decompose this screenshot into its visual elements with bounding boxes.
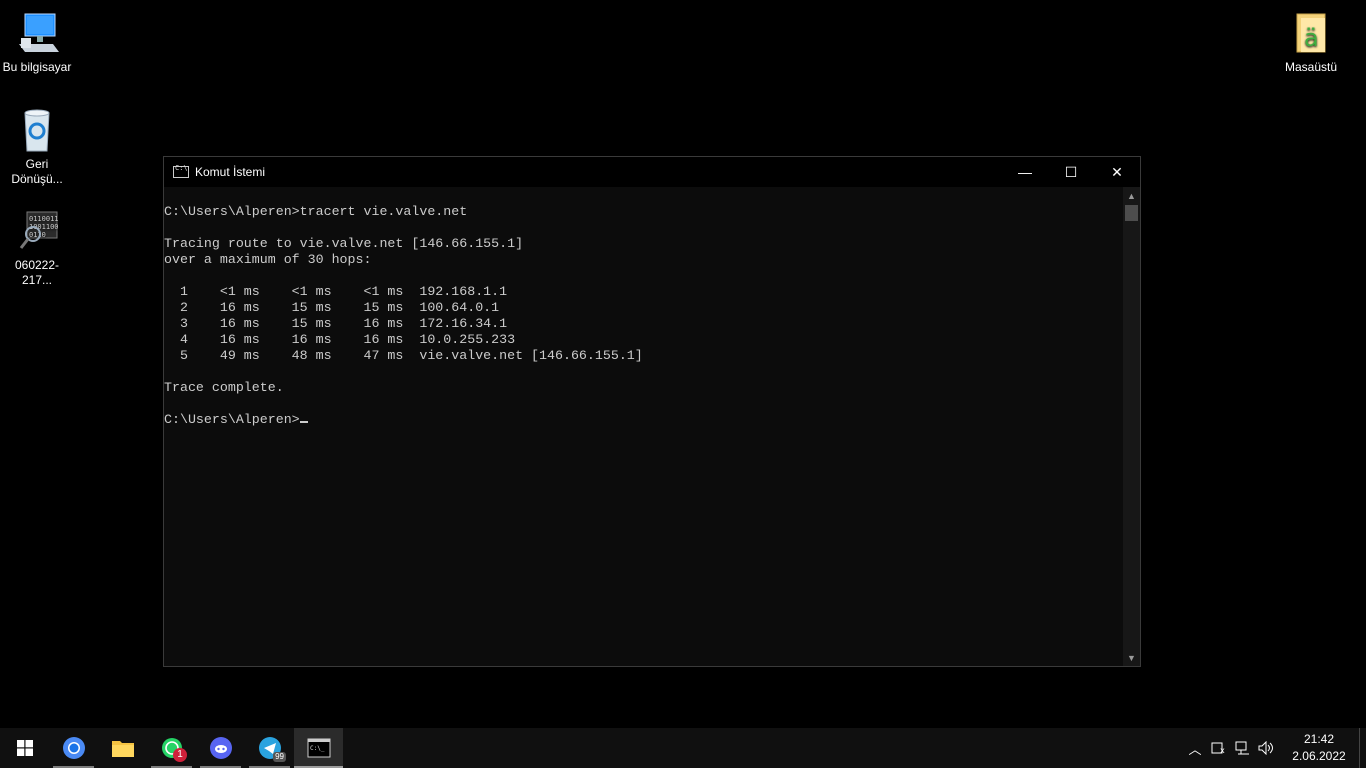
chrome-icon bbox=[62, 737, 85, 759]
taskbar-telegram[interactable]: 99 bbox=[245, 728, 294, 768]
dump-file-icon: 0110011 1001100 0110 bbox=[13, 208, 61, 256]
ime-icon[interactable]: x bbox=[1207, 728, 1231, 768]
taskbar-command-prompt[interactable]: C:\_ bbox=[294, 728, 343, 768]
taskbar-chrome[interactable] bbox=[49, 728, 98, 768]
scroll-thumb[interactable] bbox=[1125, 205, 1138, 221]
windows-logo-icon bbox=[16, 740, 33, 756]
desktop-icon-masaustu[interactable]: ä Masaüstü bbox=[1274, 10, 1348, 75]
window-title: Komut İstemi bbox=[195, 165, 266, 179]
text-cursor bbox=[299, 421, 308, 423]
desktop-icon-recycle-bin[interactable]: Geri Dönüşü... bbox=[0, 107, 74, 187]
discord-icon bbox=[209, 737, 232, 759]
cmd-icon: C:\_ bbox=[307, 738, 330, 758]
taskbar: 1 99 C:\_ ︿ x 21:42 2.06.2022 bbox=[0, 728, 1366, 768]
folder-icon bbox=[111, 741, 134, 757]
console-text: C:\Users\Alperen>tracert vie.valve.net T… bbox=[164, 204, 643, 427]
taskbar-whatsapp[interactable]: 1 bbox=[147, 728, 196, 768]
window-controls: — ☐ ✕ bbox=[1002, 157, 1140, 187]
system-tray: ︿ x 21:42 2.06.2022 bbox=[1183, 728, 1366, 768]
notification-badge: 1 bbox=[173, 748, 187, 762]
scroll-up-button[interactable]: ▲ bbox=[1123, 187, 1140, 204]
clock[interactable]: 21:42 2.06.2022 bbox=[1279, 731, 1359, 765]
computer-icon bbox=[13, 10, 61, 58]
svg-text:x: x bbox=[1220, 746, 1225, 755]
svg-text:ä: ä bbox=[1304, 24, 1319, 52]
taskbar-discord[interactable] bbox=[196, 728, 245, 768]
notification-badge: 99 bbox=[273, 752, 286, 762]
desktop-icon-label: Masaüstü bbox=[1284, 60, 1338, 74]
title-bar[interactable]: Komut İstemi — ☐ ✕ bbox=[164, 157, 1140, 187]
clock-date: 2.06.2022 bbox=[1292, 749, 1346, 763]
close-button[interactable]: ✕ bbox=[1094, 157, 1140, 187]
desktop-icon-label: Bu bilgisayar bbox=[2, 60, 72, 74]
folder-icon: ä bbox=[1287, 10, 1335, 58]
show-desktop-button[interactable] bbox=[1359, 728, 1366, 768]
vertical-scrollbar[interactable]: ▲ ▼ bbox=[1123, 187, 1140, 666]
taskbar-file-explorer[interactable] bbox=[98, 728, 147, 768]
maximize-button[interactable]: ☐ bbox=[1048, 157, 1094, 187]
volume-icon[interactable] bbox=[1255, 728, 1279, 768]
chevron-up-icon[interactable]: ︿ bbox=[1183, 728, 1207, 768]
console-output-area[interactable]: C:\Users\Alperen>tracert vie.valve.net T… bbox=[164, 187, 1123, 666]
minimize-button[interactable]: — bbox=[1002, 157, 1048, 187]
desktop-icon-label: 060222-217... bbox=[14, 258, 60, 287]
desktop-icon-label: Geri Dönüşü... bbox=[11, 157, 63, 186]
command-prompt-window[interactable]: Komut İstemi — ☐ ✕ C:\Users\Alperen>trac… bbox=[163, 156, 1141, 667]
start-button[interactable] bbox=[0, 728, 49, 768]
scroll-down-button[interactable]: ▼ bbox=[1123, 649, 1140, 666]
desktop-icon-this-pc[interactable]: Bu bilgisayar bbox=[0, 10, 74, 75]
svg-text:C:\_: C:\_ bbox=[310, 745, 325, 752]
recycle-bin-icon bbox=[13, 107, 61, 155]
cmd-icon bbox=[173, 164, 189, 178]
svg-text:0110011: 0110011 bbox=[29, 215, 59, 223]
clock-time: 21:42 bbox=[1303, 732, 1335, 746]
network-icon[interactable] bbox=[1231, 728, 1255, 768]
svg-text:0110: 0110 bbox=[29, 231, 46, 239]
desktop-icon-dump-file[interactable]: 0110011 1001100 0110 060222-217... bbox=[0, 208, 74, 288]
